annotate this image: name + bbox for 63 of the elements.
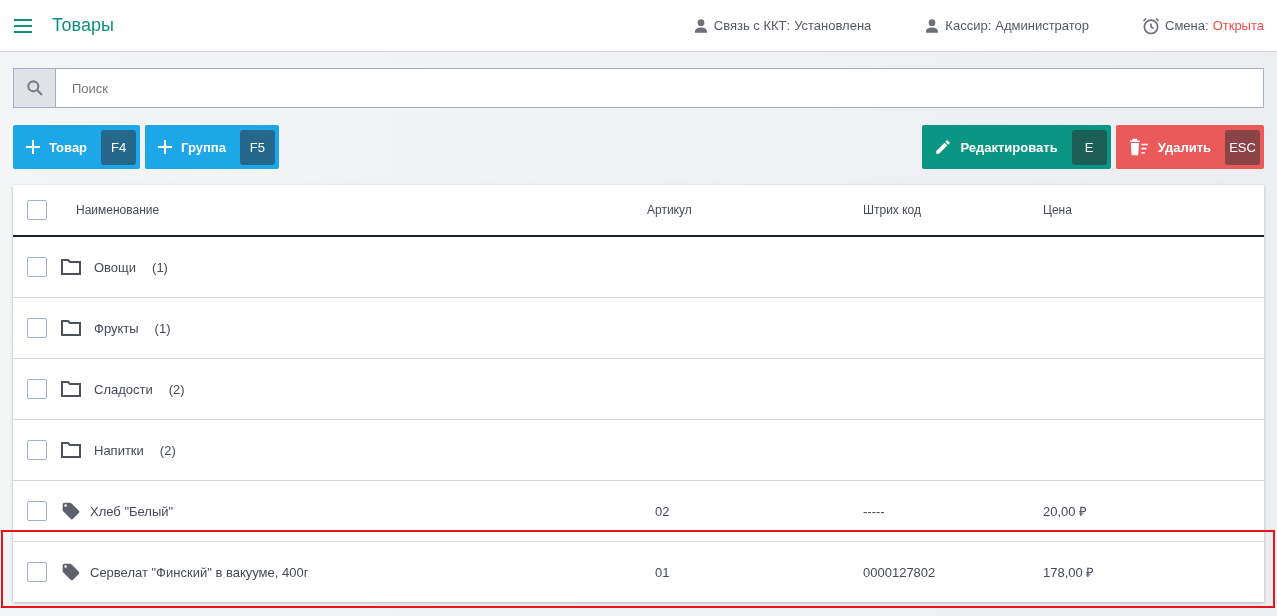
shortcut-key: F5 (239, 129, 275, 165)
add-button[interactable]: Группа F5 (145, 125, 279, 169)
price-cell: 178,00 ₽ (1043, 565, 1095, 580)
item-count: (1) (153, 320, 171, 336)
item-count: (2) (158, 442, 176, 458)
table-row[interactable]: Сервелат "Финский" в вакууме, 400г 01 0000127802 178,00 ₽ (13, 542, 1264, 602)
search-icon (24, 78, 45, 98)
delete-button[interactable]: Удалить ESC (1115, 125, 1264, 169)
tag-icon (61, 562, 81, 582)
status-label: Связь с ККТ: (713, 18, 791, 33)
barcode-cell: 0000127802 (863, 565, 936, 580)
add-button[interactable]: Товар F4 (13, 125, 141, 169)
folder-icon (61, 381, 81, 397)
checkbox[interactable] (27, 379, 47, 399)
column-header[interactable]: Цена (1043, 203, 1264, 217)
item-count: (1) (151, 259, 168, 275)
plus-icon (157, 139, 174, 155)
folder-icon (61, 320, 81, 336)
shortcut-key: F4 (101, 129, 137, 165)
checkbox[interactable] (27, 318, 47, 338)
plus-icon (25, 139, 41, 155)
checkbox[interactable] (27, 200, 47, 220)
status-label: Кассир: (945, 18, 992, 33)
shortcut-key: E (1071, 129, 1107, 165)
table-row[interactable]: Овощи (1) (13, 237, 1264, 297)
product-name: Сладости (93, 381, 153, 397)
column-header[interactable]: Штрих код (863, 203, 1043, 217)
product-name: Напитки (93, 442, 144, 458)
product-name: Овощи (93, 259, 137, 275)
folder-icon (61, 259, 81, 275)
article-cell-text: 01 (654, 565, 670, 580)
column-header[interactable]: Артикул (647, 203, 863, 217)
menu-icon[interactable] (14, 18, 32, 33)
status-value: Установлена (794, 18, 872, 33)
price-cell: 20,00 ₽ (1043, 504, 1088, 519)
checkbox[interactable] (27, 257, 47, 277)
alarm-clock-icon (1141, 15, 1162, 36)
item-count: (2) (167, 381, 185, 397)
search-button[interactable] (13, 68, 56, 108)
status-value: Администратор (995, 18, 1090, 33)
table-row[interactable]: Сладости (2) (13, 359, 1264, 419)
product-name: Сервелат "Финский" в вакууме, 400г (89, 564, 309, 580)
page-title: Товары (52, 15, 115, 36)
search-field[interactable]: Поиск (56, 68, 1264, 108)
tag-icon (61, 501, 81, 521)
column-header[interactable]: Наименование (76, 203, 160, 217)
product-name: Хлеб "Белый" (89, 503, 174, 519)
table-row[interactable]: Фрукты (1) (13, 298, 1264, 358)
checkbox[interactable] (27, 501, 47, 521)
shortcut-key: ESC (1225, 129, 1260, 165)
product-name: Фрукты (93, 320, 139, 336)
status-value: Открыта (1212, 18, 1264, 33)
folder-icon (61, 442, 81, 458)
pencil-icon (934, 138, 953, 156)
checkbox[interactable] (27, 562, 47, 582)
checkbox[interactable] (27, 440, 47, 460)
trash-icon (1127, 138, 1150, 156)
table-row[interactable]: Напитки (2) (13, 420, 1264, 480)
status-label: Смена: (1165, 18, 1209, 33)
edit-button[interactable]: Редактировать E (922, 125, 1111, 169)
article-cell-text: 02 (654, 504, 670, 519)
barcode-cell: ----- (863, 504, 885, 519)
table-row[interactable]: Хлеб "Белый" 02 ----- 20,00 ₽ (13, 481, 1264, 541)
